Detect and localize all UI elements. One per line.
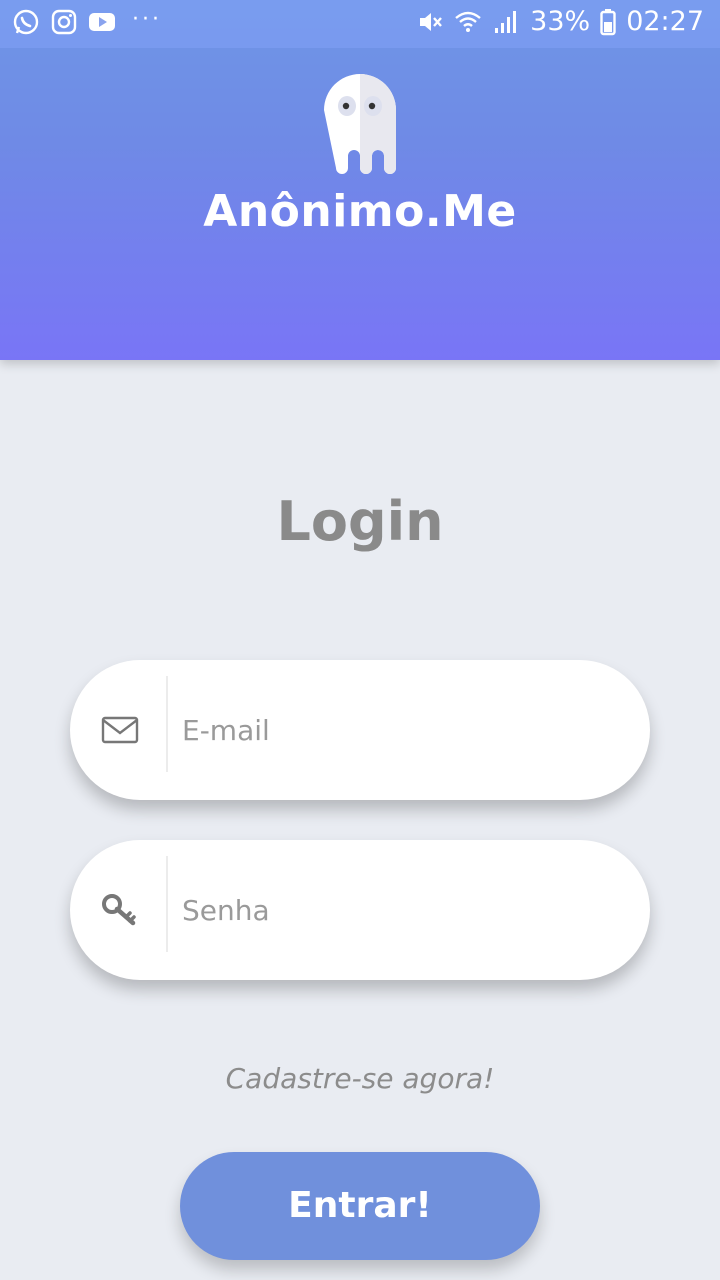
- clock: 02:27: [626, 6, 704, 37]
- register-link[interactable]: Cadastre-se agora!: [0, 1062, 720, 1095]
- status-system: 33% 02:27: [416, 6, 704, 37]
- key-icon: [102, 894, 136, 926]
- status-bar: ··· 33% 02:27: [0, 0, 720, 48]
- password-field[interactable]: [70, 840, 650, 980]
- more-notifications-indicator: ···: [132, 6, 162, 32]
- password-input[interactable]: [182, 880, 612, 940]
- email-field-divider: [166, 676, 168, 772]
- whatsapp-icon: [13, 9, 39, 35]
- instagram-icon: [51, 9, 77, 35]
- battery-icon: [600, 8, 616, 35]
- mute-icon: [420, 12, 443, 31]
- email-field[interactable]: [70, 660, 650, 800]
- wifi-icon: [455, 11, 481, 32]
- envelope-icon: [101, 716, 139, 744]
- status-notifications: ···: [12, 6, 162, 36]
- youtube-icon: [89, 13, 115, 31]
- app-title: Anônimo.Me: [203, 186, 517, 237]
- login-button[interactable]: Entrar!: [180, 1152, 540, 1260]
- app-header: ··· 33% 02:27 Anônimo.Me: [0, 0, 720, 360]
- signal-icon: [495, 10, 517, 33]
- battery-percentage: 33%: [530, 6, 591, 37]
- password-field-divider: [166, 856, 168, 952]
- email-input[interactable]: [182, 700, 612, 760]
- ghost-icon: [324, 74, 396, 174]
- page-title: Login: [276, 490, 444, 553]
